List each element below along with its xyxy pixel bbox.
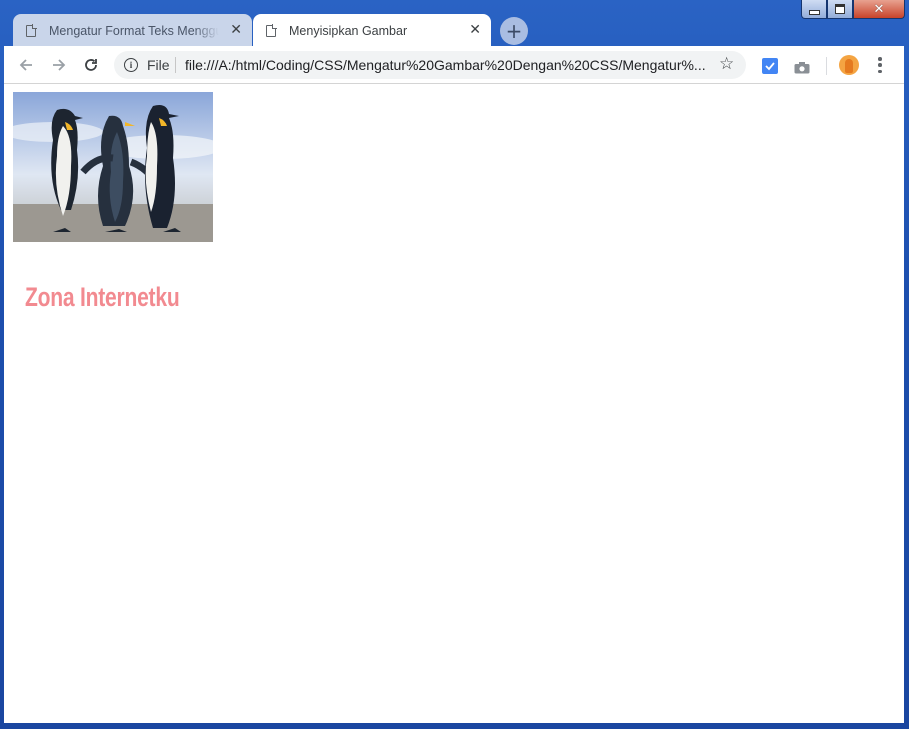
forward-arrow-icon (53, 59, 66, 71)
page-icon (266, 23, 277, 37)
page-viewport: Zona Internetku (4, 84, 904, 723)
maximize-icon (835, 4, 845, 14)
title-bar: Mengatur Format Teks Menggunakan ✕ Menyi… (0, 0, 909, 50)
camera-icon[interactable] (794, 59, 810, 74)
address-bar[interactable]: i File file:///A:/html/Coding/CSS/Mengat… (114, 51, 746, 79)
close-window-button[interactable]: ✕ (853, 0, 905, 19)
tab-title: Menyisipkan Gambar (289, 23, 408, 38)
back-arrow-icon (19, 59, 32, 71)
profile-avatar[interactable] (839, 55, 859, 75)
star-icon[interactable]: ☆ (719, 54, 734, 74)
close-icon[interactable]: ✕ (469, 23, 481, 37)
reload-button[interactable] (80, 54, 102, 76)
browser-window: Mengatur Format Teks Menggunakan ✕ Menyi… (0, 0, 909, 729)
window-controls: ✕ (801, 0, 905, 20)
toolbar-separator (826, 57, 827, 75)
close-icon[interactable]: ✕ (230, 23, 242, 37)
extension-icon[interactable] (762, 58, 778, 74)
maximize-button[interactable] (827, 0, 853, 19)
toolbar: i File file:///A:/html/Coding/CSS/Mengat… (4, 46, 904, 84)
info-icon[interactable]: i (124, 58, 138, 72)
more-vert-icon[interactable] (878, 57, 882, 73)
reload-icon (85, 59, 97, 71)
page-heading: Zona Internetku (25, 282, 180, 312)
tab-mengatur-format-teks[interactable]: Mengatur Format Teks Menggunakan ✕ (13, 14, 252, 47)
minimize-icon (808, 9, 820, 15)
penguins-image (13, 92, 213, 242)
tab-menyisipkan-gambar[interactable]: Menyisipkan Gambar ✕ (253, 14, 491, 47)
minimize-button[interactable] (801, 0, 827, 19)
address-separator (175, 57, 176, 73)
url-text[interactable]: file:///A:/html/Coding/CSS/Mengatur%20Ga… (185, 57, 705, 73)
forward-button[interactable] (48, 54, 70, 76)
close-icon: ✕ (873, 1, 885, 17)
tab-title: Mengatur Format Teks Menggunakan (49, 23, 219, 38)
scheme-label: File (147, 57, 170, 73)
new-tab-button[interactable]: + (500, 17, 528, 45)
page-icon (26, 23, 37, 37)
back-button[interactable] (15, 54, 37, 76)
